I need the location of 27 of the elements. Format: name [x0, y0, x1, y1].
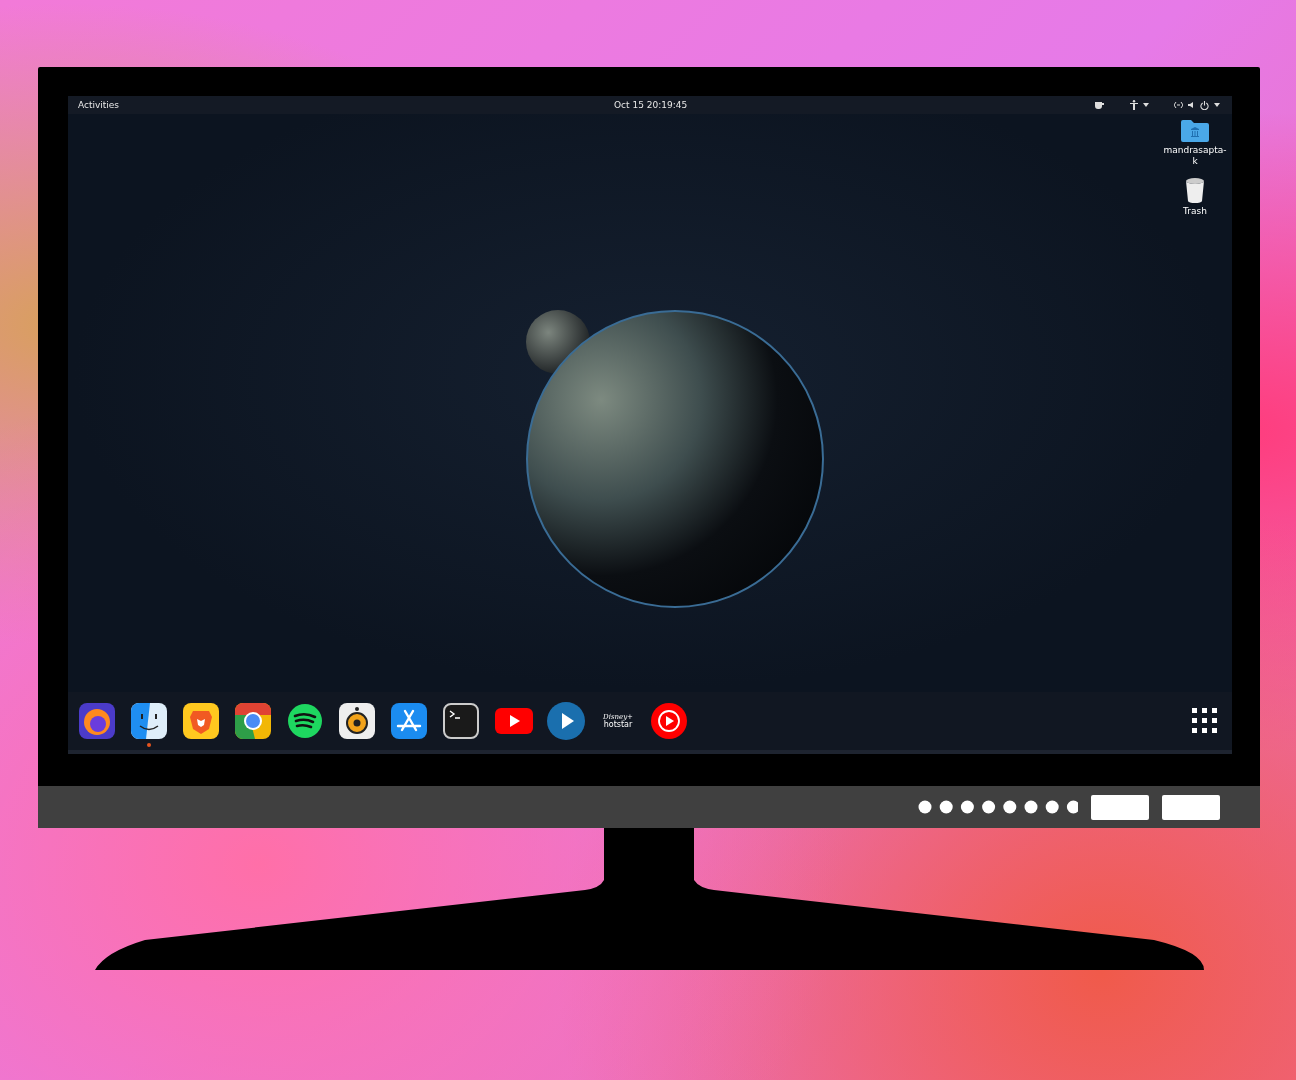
folder-icon[interactable]: [1181, 120, 1209, 142]
power-icon[interactable]: [1200, 100, 1209, 110]
speaker-icon[interactable]: [339, 703, 375, 739]
accessibility-icon[interactable]: [1130, 100, 1138, 110]
desktop-icon-label[interactable]: mandrasapta-k: [1162, 145, 1228, 167]
app-grid-icon[interactable]: [1192, 708, 1218, 734]
chrome-icon[interactable]: [235, 703, 271, 739]
trash-icon[interactable]: [1185, 176, 1205, 203]
bezel-button[interactable]: [1162, 794, 1220, 820]
terminal-icon[interactable]: [443, 703, 479, 739]
volume-icon[interactable]: [1188, 102, 1195, 108]
play-circle-icon[interactable]: [651, 703, 687, 739]
smiling-face-icon[interactable]: [131, 703, 167, 739]
clock[interactable]: Oct 15 20:19:45: [614, 100, 688, 110]
sound-waves-icon[interactable]: [287, 703, 323, 739]
lion-icon[interactable]: [183, 703, 219, 739]
bezel-button[interactable]: [1091, 794, 1149, 820]
caret-icon[interactable]: [1143, 103, 1149, 107]
activities-button[interactable]: Activities: [78, 100, 120, 110]
cup-icon[interactable]: [1094, 100, 1105, 110]
desktop-icon-label[interactable]: Trash: [1162, 205, 1228, 217]
play-icon[interactable]: [495, 708, 533, 734]
fox-globe-icon[interactable]: [79, 703, 115, 739]
app-store-icon[interactable]: [391, 703, 427, 739]
network-icon[interactable]: [1174, 102, 1183, 108]
caret-icon[interactable]: [1214, 103, 1220, 107]
play-icon[interactable]: [547, 702, 585, 740]
